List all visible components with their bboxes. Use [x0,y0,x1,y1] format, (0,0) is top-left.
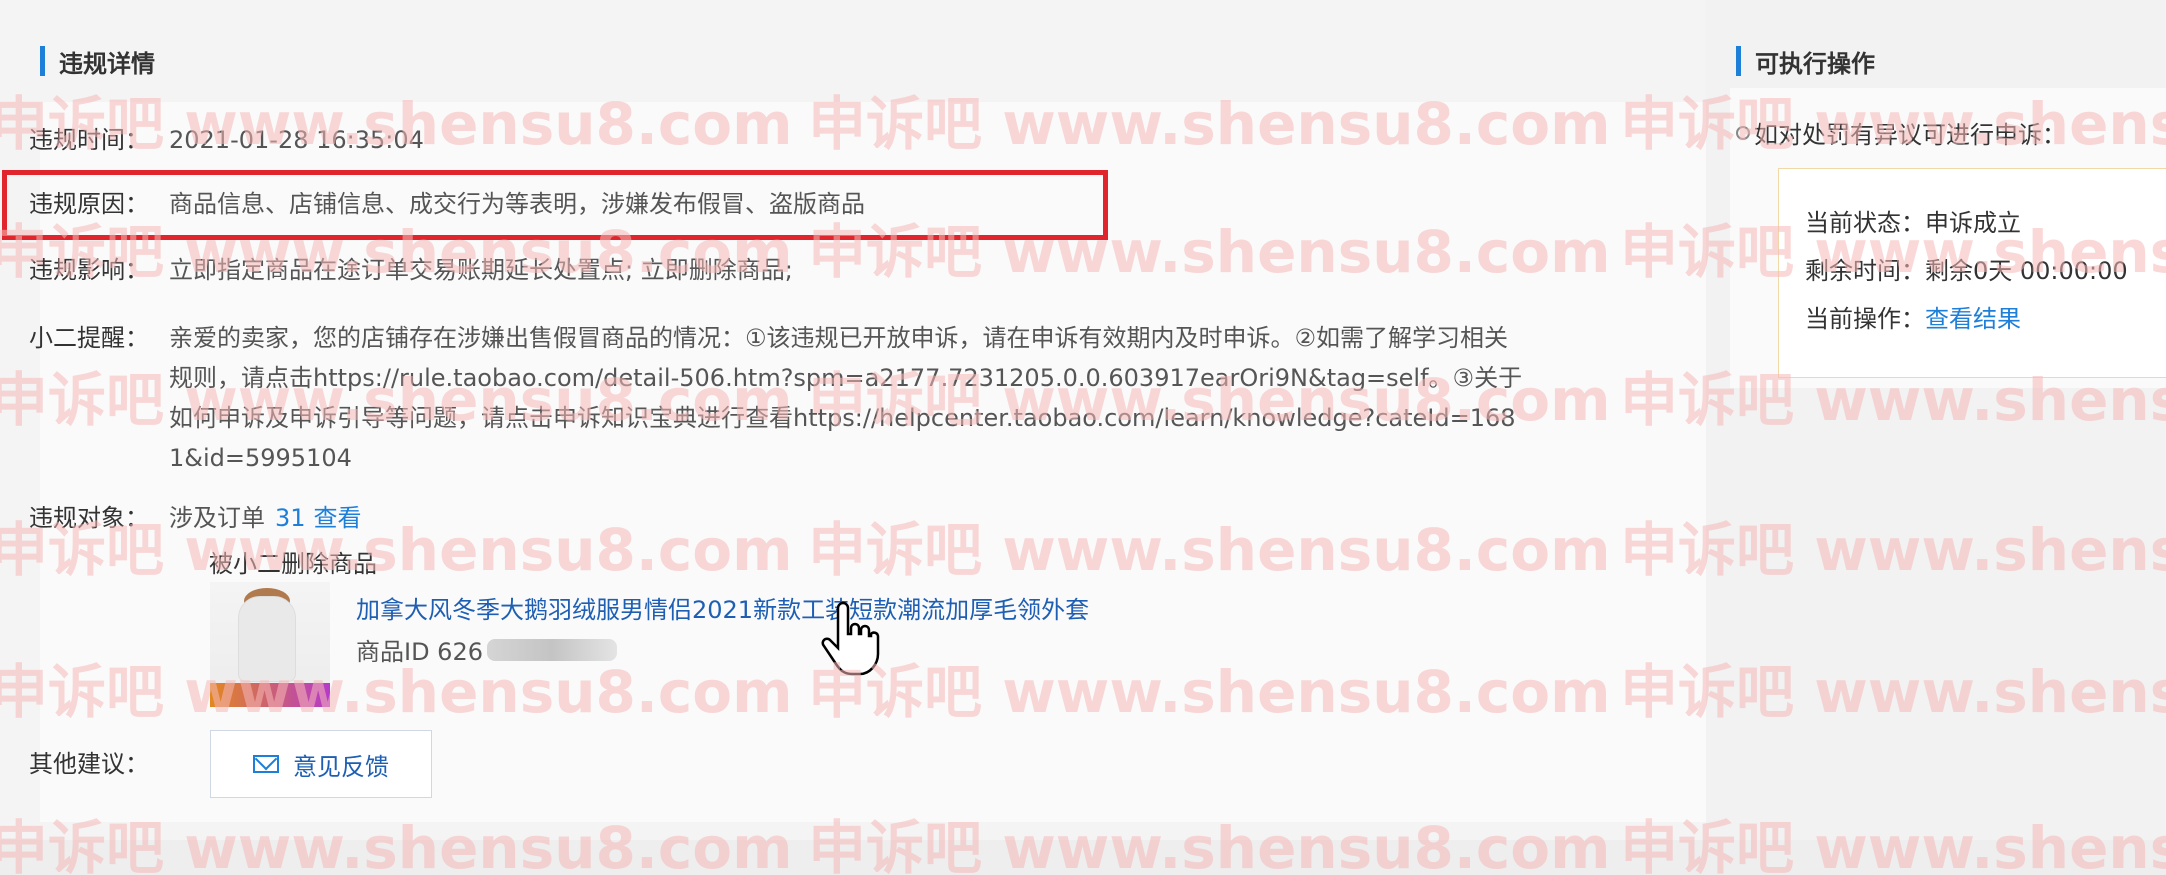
order-count[interactable]: 31 [275,500,306,536]
bottom-strip [0,840,2166,875]
feedback-button-label: 意见反馈 [293,752,389,781]
actions-header: 可执行操作 [1736,44,1875,78]
deleted-product-label-row: 被小二删除商品 [209,546,377,582]
remaining-label: 剩余时间： [1805,257,1925,285]
actions-panel: 可执行操作 如对处罚有异议可进行申诉： 当前状态：申诉成立 剩余时间：剩余0天 … [1706,0,2166,840]
violation-impact-label: 违规影响： [29,256,149,284]
violation-time-row: 违规时间： 2021-01-28 16:35:04 [29,122,424,158]
feedback-button[interactable]: 意见反馈 [210,730,432,798]
remaining-value: 剩余0天 00:00:00 [1925,257,2128,285]
action-row: 当前操作：查看结果 [1805,299,2021,334]
deleted-product-label: 被小二删除商品 [209,550,377,578]
violation-target-label: 违规对象： [29,504,149,532]
bullet-circle-icon [1736,126,1750,140]
hand-cursor-icon [821,601,880,676]
mail-icon [253,755,279,773]
violation-target-row: 违规对象： 涉及订单 31 查看 [29,500,362,536]
product-thumbnail[interactable] [210,582,330,707]
thumbnail-coat [238,596,296,682]
appeal-prompt: 如对处罚有异议可进行申诉： [1754,121,2066,149]
title-accent-bar [40,46,45,76]
violation-target-prefix: 涉及订单 [169,504,265,532]
view-result-link[interactable]: 查看结果 [1925,305,2021,333]
product-id-redacted [487,638,617,661]
remaining-row: 剩余时间：剩余0天 00:00:00 [1805,251,2128,286]
violation-detail-panel: 违规详情 违规时间： 2021-01-28 16:35:04 违规原因： 商品信… [0,0,1706,840]
reminder-text: 亲爱的卖家，您的店铺存在涉嫌出售假冒商品的情况：①该违规已开放申诉，请在申诉有效… [169,324,1523,472]
suggestion-row: 其他建议： [29,746,169,782]
reminder-label: 小二提醒： [29,324,149,352]
product-id: 商品ID 626 [356,632,617,667]
appeal-status-box: 当前状态：申诉成立 剩余时间：剩余0天 00:00:00 当前操作：查看结果 [1778,168,2166,378]
action-label: 当前操作： [1805,305,1925,333]
actions-accent-bar [1736,46,1741,76]
violation-impact-value: 立即指定商品在途订单交易账期延长处置点; 立即删除商品; [169,256,793,284]
view-orders-link[interactable]: 查看 [314,500,362,536]
status-label: 当前状态： [1805,209,1925,237]
status-value: 申诉成立 [1925,209,2021,237]
violation-impact-row: 违规影响： 立即指定商品在途订单交易账期延长处置点; 立即删除商品; [29,252,793,288]
reminder-row: 小二提醒： 亲爱的卖家，您的店铺存在涉嫌出售假冒商品的情况：①该违规已开放申诉，… [29,318,1529,478]
product-id-text: 商品ID 626 [356,638,483,666]
violation-time-value: 2021-01-28 16:35:04 [169,126,424,154]
product-title-link[interactable]: 加拿大风冬季大鹅羽绒服男情侣2021新款工装短款潮流加厚毛领外套 [356,590,1089,625]
violation-detail-header: 违规详情 [40,44,155,78]
violation-time-label: 违规时间： [29,126,149,154]
thumbnail-promo-tag [210,683,330,707]
violation-detail-title: 违规详情 [59,49,155,78]
actions-title: 可执行操作 [1755,49,1875,78]
suggestion-label: 其他建议： [29,750,149,778]
reason-highlight-box [2,170,1108,240]
status-row: 当前状态：申诉成立 [1805,203,2021,238]
